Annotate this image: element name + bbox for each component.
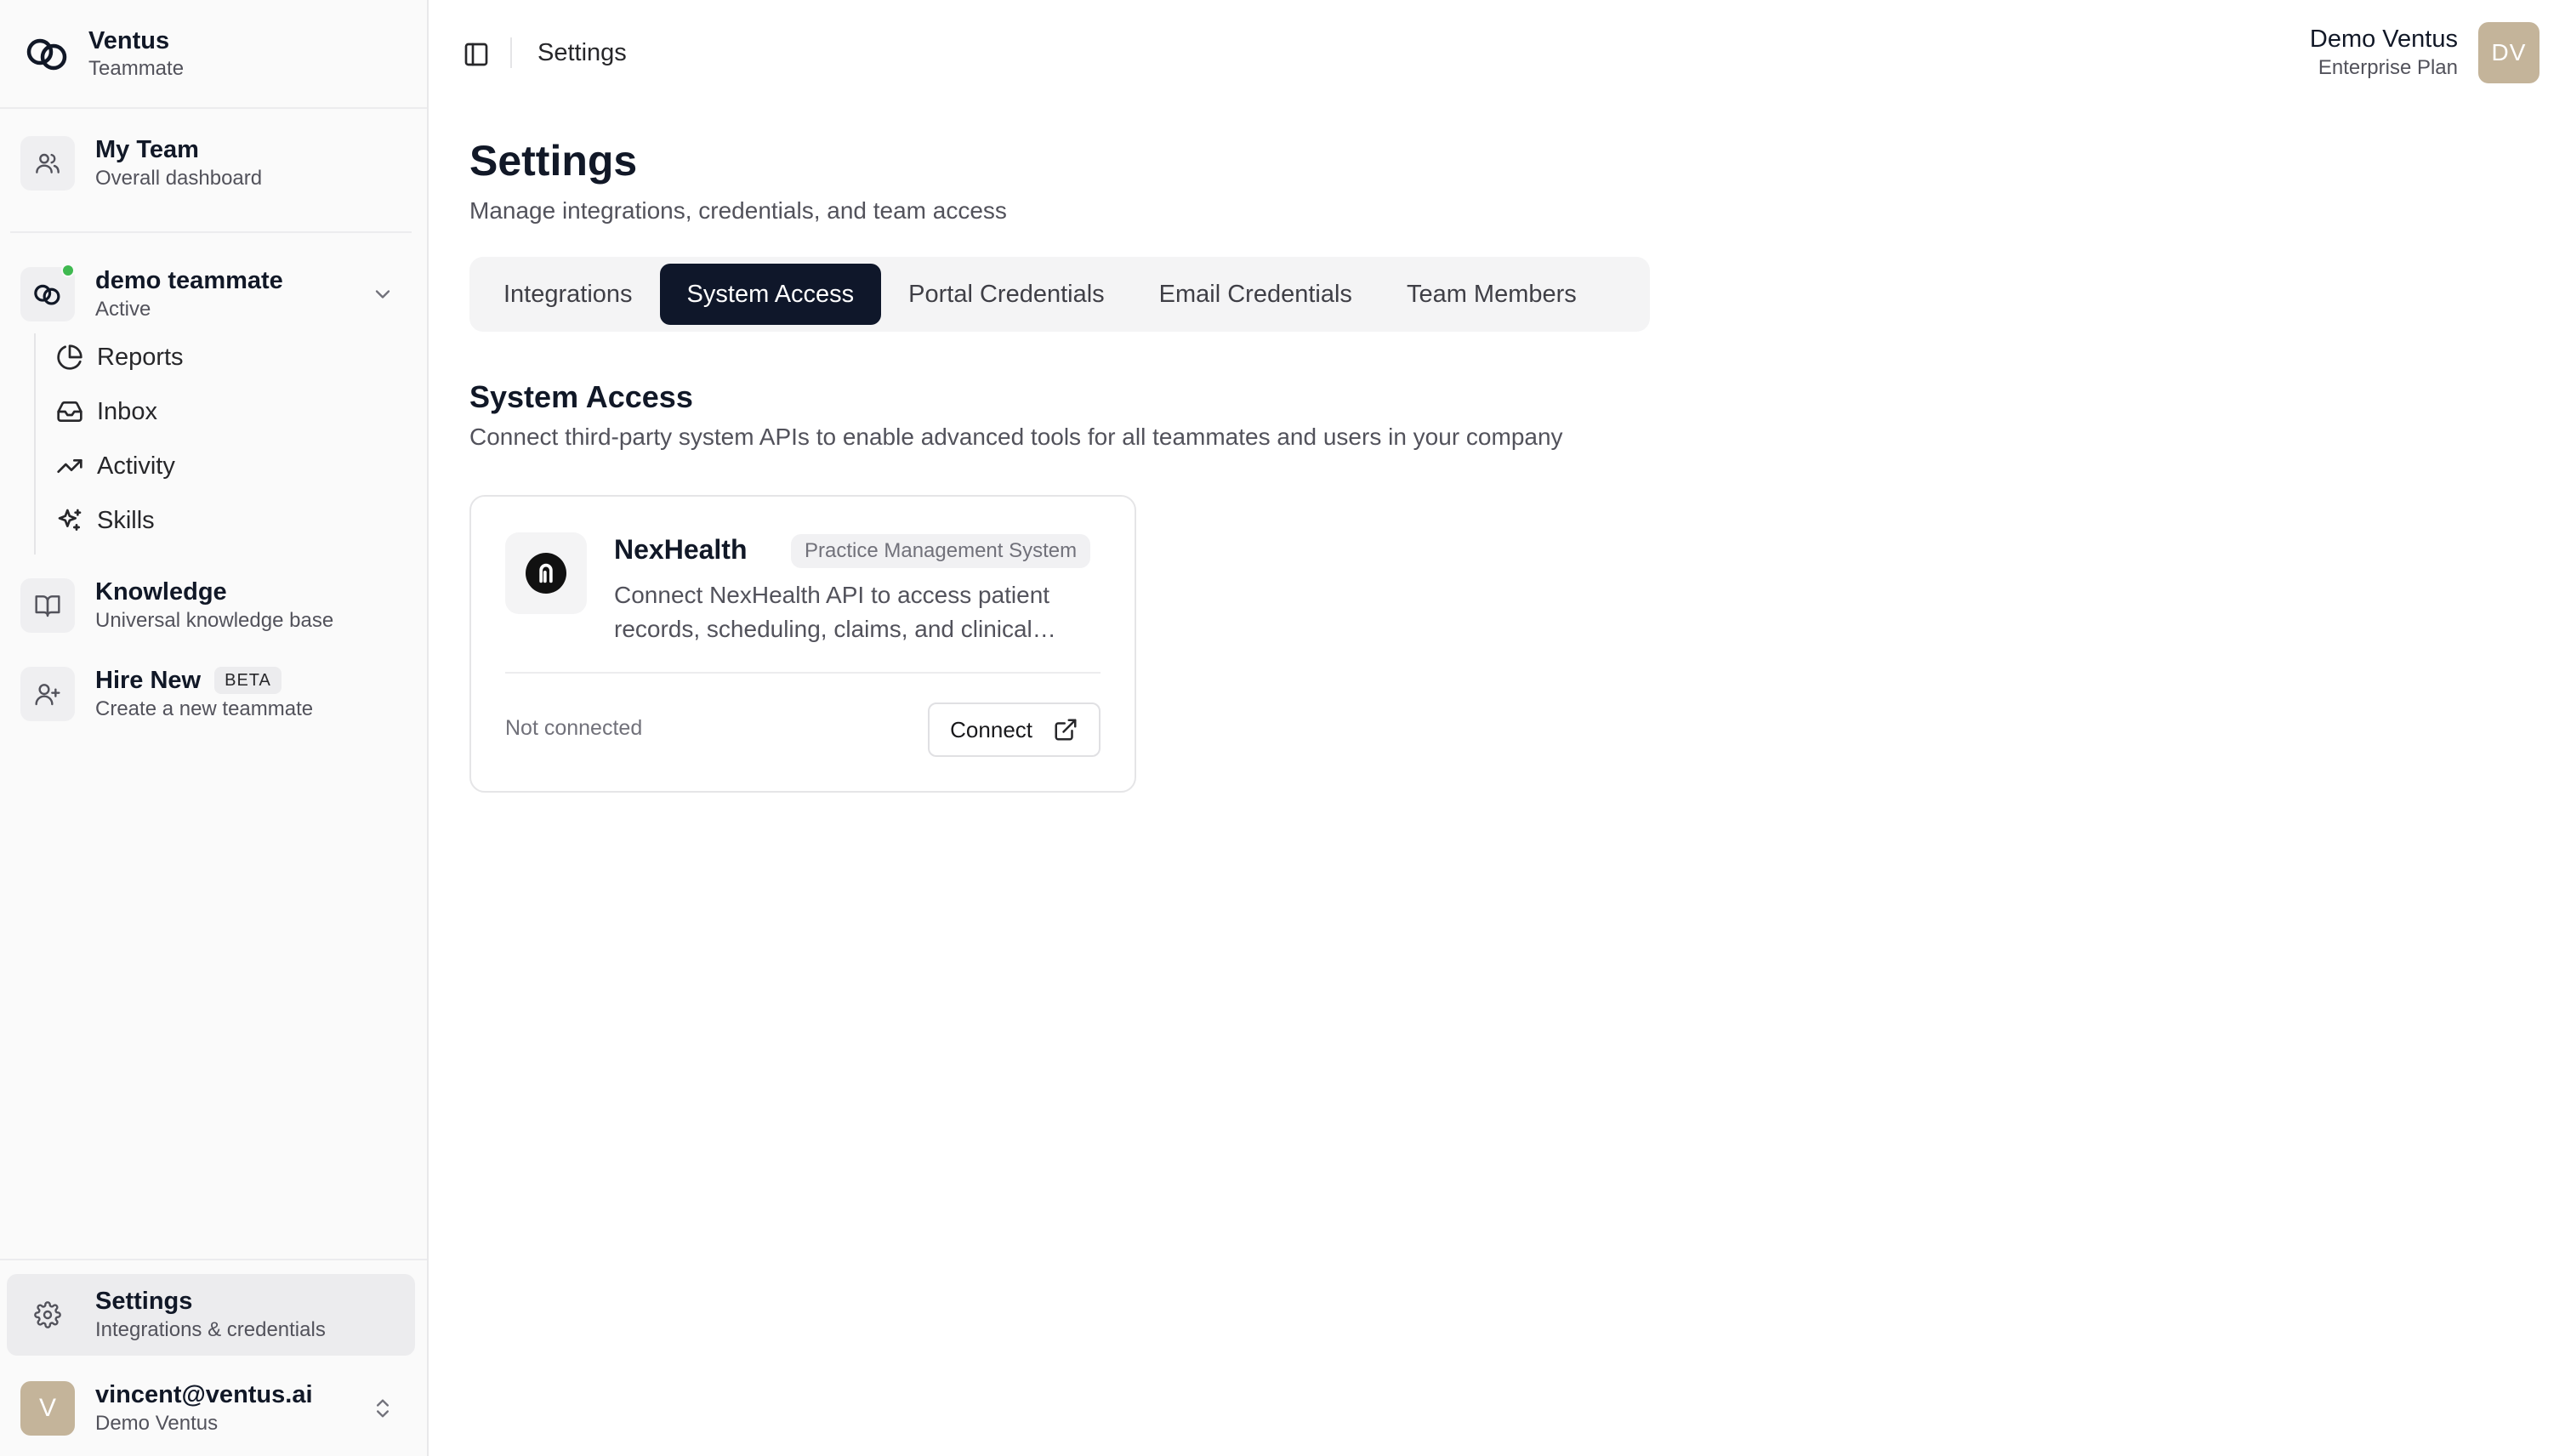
sidebar-item-sublabel: Overall dashboard [95, 167, 263, 190]
brand-name: Ventus [88, 27, 170, 54]
sidebar-item-settings[interactable]: Settings Integrations & credentials [7, 1274, 415, 1356]
connect-button-label: Connect [950, 716, 1032, 742]
subnav-item-reports[interactable]: Reports [56, 333, 184, 381]
integration-card: NexHealth Practice Management System Con… [469, 495, 1136, 793]
teammate-status: Active [95, 298, 151, 321]
external-link-icon [1055, 719, 1077, 741]
category-badge: Practice Management System [791, 534, 1091, 568]
account-email: vincent@ventus.ai [95, 1381, 313, 1408]
beta-badge: BETA [214, 667, 282, 694]
tab-system-access[interactable]: System Access [659, 264, 882, 325]
section-subtitle: Connect third-party system APIs to enabl… [469, 424, 1563, 450]
main-content: Settings Demo Ventus Enterprise Plan DV … [429, 0, 2565, 1456]
sparkles-icon [58, 509, 82, 531]
chevrons-up-down-icon[interactable] [371, 1396, 395, 1420]
integration-description: Connect NexHealth API to access patient … [614, 582, 1056, 642]
pie-chart-icon [57, 344, 82, 370]
chevron-down-icon[interactable] [371, 282, 395, 306]
online-status-dot [61, 264, 75, 277]
account-switcher[interactable]: V vincent@ventus.ai Demo Ventus [7, 1368, 415, 1449]
sidebar-item-teammate[interactable]: demo teammate Active [7, 253, 415, 335]
subnav-label: Activity [97, 452, 175, 480]
subnav-item-activity[interactable]: Activity [56, 442, 175, 490]
sidebar-item-label: Knowledge [95, 578, 227, 606]
subnav-label: Inbox [97, 397, 157, 425]
subnav-item-skills[interactable]: Skills [56, 497, 155, 544]
ventus-logo-icon [20, 26, 75, 81]
teammate-name: demo teammate [95, 267, 283, 294]
user-name: Demo Ventus [2309, 26, 2458, 53]
integration-name: NexHealth [614, 534, 748, 565]
section-title: System Access [469, 379, 693, 414]
brand-subtitle: Teammate [88, 57, 185, 80]
tab-integrations[interactable]: Integrations [476, 264, 660, 325]
subnav-item-inbox[interactable]: Inbox [56, 388, 157, 435]
subnav-label: Skills [97, 506, 155, 534]
sidebar-item-label: Hire New [95, 667, 202, 694]
divider [10, 231, 412, 233]
book-open-icon [20, 578, 75, 633]
sidebar-item-label: Settings [95, 1288, 193, 1315]
connect-button[interactable]: Connect [928, 702, 1101, 757]
divider [0, 1259, 427, 1260]
avatar: V [20, 1381, 75, 1436]
sidebar-item-sublabel: Integrations & credentials [95, 1318, 326, 1341]
tab-team-members[interactable]: Team Members [1379, 264, 1604, 325]
subnav-label: Reports [97, 343, 184, 371]
card-divider [505, 672, 1101, 674]
gear-icon [20, 1288, 75, 1342]
sidebar-item-hire-new[interactable]: Hire New BETA Create a new teammate [7, 653, 415, 735]
sidebar-item-label: My Team [95, 136, 199, 163]
sidebar-item-knowledge[interactable]: Knowledge Universal knowledge base [7, 565, 415, 646]
nexhealth-logo-icon [505, 532, 587, 614]
avatar: DV [2478, 22, 2539, 83]
sidebar-item-sublabel: Universal knowledge base [95, 609, 334, 632]
connection-status: Not connected [505, 716, 643, 740]
sidebar: Ventus Teammate My Team Overall dashboar… [0, 0, 429, 1456]
account-org: Demo Ventus [95, 1412, 219, 1435]
user-plan: Enterprise Plan [2318, 56, 2458, 79]
tab-portal-credentials[interactable]: Portal Credentials [881, 264, 1132, 325]
page-subtitle: Manage integrations, credentials, and te… [469, 197, 1007, 224]
topbar: Settings Demo Ventus Enterprise Plan DV [429, 0, 2565, 104]
breadcrumb: Settings [537, 39, 627, 66]
sidebar-item-sublabel: Create a new teammate [95, 697, 314, 720]
user-menu[interactable]: Demo Ventus Enterprise Plan DV [2310, 22, 2539, 83]
teammate-subnav: Reports Inbox Activity Skills [34, 333, 408, 555]
page-title: Settings [469, 137, 638, 185]
user-plus-icon [20, 667, 75, 721]
topbar-divider [510, 37, 512, 68]
sidebar-item-my-team[interactable]: My Team Overall dashboard [7, 122, 415, 204]
users-icon [20, 136, 75, 191]
brand-header[interactable]: Ventus Teammate [0, 0, 427, 109]
trending-up-icon [57, 459, 82, 473]
inbox-icon [57, 401, 82, 422]
tab-email-credentials[interactable]: Email Credentials [1132, 264, 1379, 325]
settings-tabs: Integrations System Access Portal Creden… [469, 257, 1650, 332]
teammate-avatar-icon [20, 264, 75, 321]
sidebar-toggle-icon[interactable] [459, 37, 493, 71]
